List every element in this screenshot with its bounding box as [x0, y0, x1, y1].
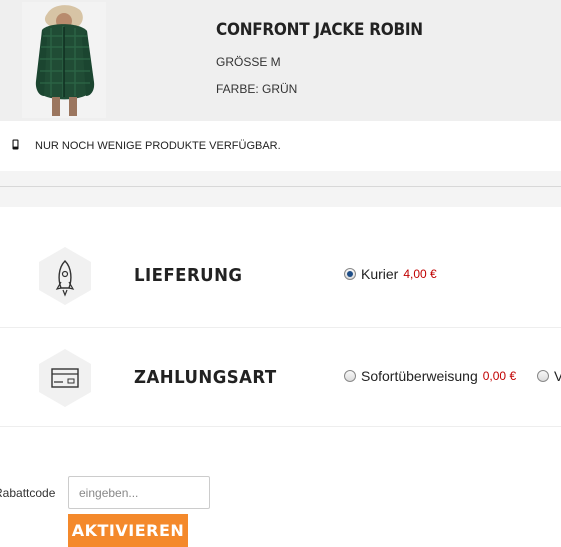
sofort-label: Sofortüberweisung	[361, 368, 478, 384]
payment-title: ZAHLUNGSART	[134, 367, 277, 388]
truncated-payment-label: V	[554, 368, 561, 384]
sofort-radio[interactable]	[344, 370, 356, 382]
activate-discount-button[interactable]: AKTIVIEREN	[68, 514, 188, 547]
stock-notice: NUR NOCH WENIGE PRODUKTE VERFÜGBAR.	[0, 121, 561, 171]
cart-product-summary: CONFRONT JACKE ROBIN GRÖSSE M FARBE: GRÜ…	[0, 0, 561, 121]
product-size: GRÖSSE M	[216, 55, 281, 69]
courier-radio[interactable]	[344, 268, 356, 280]
courier-label: Kurier	[361, 266, 399, 282]
truncated-payment-radio[interactable]	[537, 370, 549, 382]
divider-line	[0, 186, 561, 187]
product-color: FARBE: GRÜN	[216, 82, 298, 96]
delivery-section: LIEFERUNG Kurier 4,00 €	[0, 226, 561, 326]
product-title: CONFRONT JACKE ROBIN	[216, 20, 423, 40]
product-image[interactable]	[22, 2, 106, 118]
delivery-title: LIEFERUNG	[134, 265, 243, 286]
section-divider	[0, 171, 561, 207]
sofort-price: 0,00 €	[482, 369, 517, 383]
rocket-icon	[39, 247, 91, 305]
payment-option-truncated[interactable]: V	[537, 368, 561, 384]
payment-section: ZAHLUNGSART Sofortüberweisung 0,00 € V	[0, 327, 561, 427]
discount-code-label: Rabattcode	[0, 486, 56, 500]
stock-message: NUR NOCH WENIGE PRODUKTE VERFÜGBAR.	[35, 140, 281, 152]
courier-price: 4,00 €	[403, 267, 437, 281]
payment-option-sofort[interactable]: Sofortüberweisung 0,00 €	[344, 368, 516, 384]
delivery-option-courier[interactable]: Kurier 4,00 €	[344, 266, 437, 282]
mobile-phone-icon	[12, 139, 19, 150]
credit-card-icon	[39, 349, 91, 407]
discount-code-input[interactable]	[68, 476, 210, 509]
